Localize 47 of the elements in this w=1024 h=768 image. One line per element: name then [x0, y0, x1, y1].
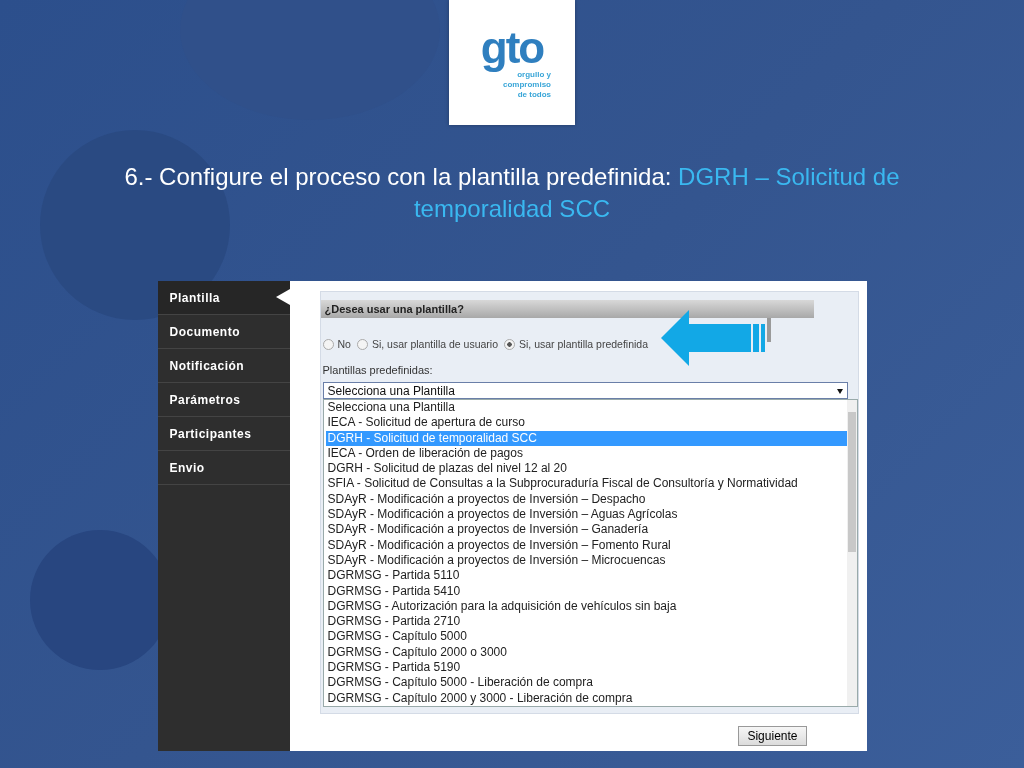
sidebar-item[interactable]: Plantilla — [157, 281, 290, 315]
next-button[interactable]: Siguiente — [738, 725, 807, 746]
dropdown-option[interactable]: DGRH - Solicitud de plazas del nivel 12 al 20 — [325, 461, 847, 477]
dropdown-option[interactable]: DGRMSG - Capítulo 2000 y 3000 - Liberación de compra — [325, 690, 847, 706]
sidebar-item[interactable]: Envio — [157, 451, 290, 485]
dropdown-option[interactable]: DGRMSG - Capítulo 5000 - Liberación de compra — [325, 675, 847, 691]
scrollbar[interactable] — [846, 400, 857, 706]
dropdown-option[interactable]: DGRMSG - Capítulo 5000 — [325, 629, 847, 645]
sidebar-label: Participantes — [169, 426, 252, 441]
logo-tagline: de todos — [517, 89, 551, 100]
radio-option[interactable]: No — [322, 338, 351, 350]
dropdown-option[interactable]: SDAyR - Modificación a proyectos de Inversión – Microcuencas — [325, 552, 847, 569]
dropdown-option[interactable]: SDAyR - Modificación a proyectos de Inversión – Ganadería — [325, 522, 847, 538]
logo-wordmark: gto — [480, 25, 544, 70]
dropdown-option[interactable]: SDAyR - Modificación a proyectos de Inversión – Fomento Rural — [325, 537, 847, 553]
dropdown-option[interactable]: Selecciona una Plantilla — [325, 400, 847, 416]
dropdown-option[interactable]: SDAyR - Modificación a proyectos de Inversión – Despacho — [325, 491, 847, 508]
template-dropdown[interactable]: Selecciona una Plantilla — [322, 382, 848, 399]
radio-icon[interactable] — [322, 338, 334, 350]
sidebar-item[interactable]: Parámetros — [157, 383, 290, 417]
field-label: Plantillas predefinidas: — [322, 364, 434, 376]
dropdown-option[interactable]: IECA - Orden de liberación de pagos — [325, 445, 847, 462]
dropdown-option[interactable]: DGRMSG - Partida 2710 — [325, 614, 847, 630]
sidebar-label: Notificación — [169, 358, 245, 373]
dropdown-option[interactable]: IECA - Solicitud de apertura de curso — [325, 415, 847, 431]
radio-icon[interactable] — [504, 338, 515, 350]
dropdown-option[interactable]: SFIA - Solicitud de Consultas a la Subprocuraduría Fiscal de Consultoría y Normatividad — [325, 476, 847, 492]
logo-tagline: compromiso — [503, 79, 551, 90]
sidebar-label: Plantilla — [169, 290, 220, 305]
dropdown-option[interactable]: DGRMSG - Partida 5190 — [325, 660, 847, 676]
dropdown-option[interactable]: DGRMSG - Capítulo 2000 o 3000 — [325, 644, 847, 661]
radio-label: No — [337, 338, 351, 350]
sidebar-item[interactable]: Documento — [157, 315, 290, 349]
sidebar-label: Documento — [169, 324, 240, 339]
slide-title: 6.- Configure el proceso con la plantilla predefinida: DGRH – Solicitud de temporalidad SCC — [123, 162, 901, 224]
radio-icon[interactable] — [356, 338, 368, 350]
scrollbar-thumb[interactable] — [847, 412, 856, 552]
dropdown-option[interactable]: DGRMSG - Partida 5110 — [325, 568, 847, 584]
sidebar-label: Parámetros — [169, 392, 241, 407]
sidebar-item[interactable]: Notificación — [157, 349, 290, 383]
sidebar-item[interactable]: Participantes — [157, 417, 290, 451]
question-header: ¿Desea usar una plantilla? — [320, 300, 814, 318]
dropdown-option[interactable]: DGRMSG - Partida 5410 — [325, 583, 847, 599]
dropdown-option[interactable]: DGRMSG - Autorización para la adquisición de vehículos sin baja — [325, 598, 847, 615]
logo-tagline: orgullo y — [517, 69, 551, 80]
sidebar-label: Envio — [169, 460, 205, 475]
dropdown-option[interactable]: SDAyR - Modificación a proyectos de Inversión – Aguas Agrícolas — [325, 507, 847, 523]
